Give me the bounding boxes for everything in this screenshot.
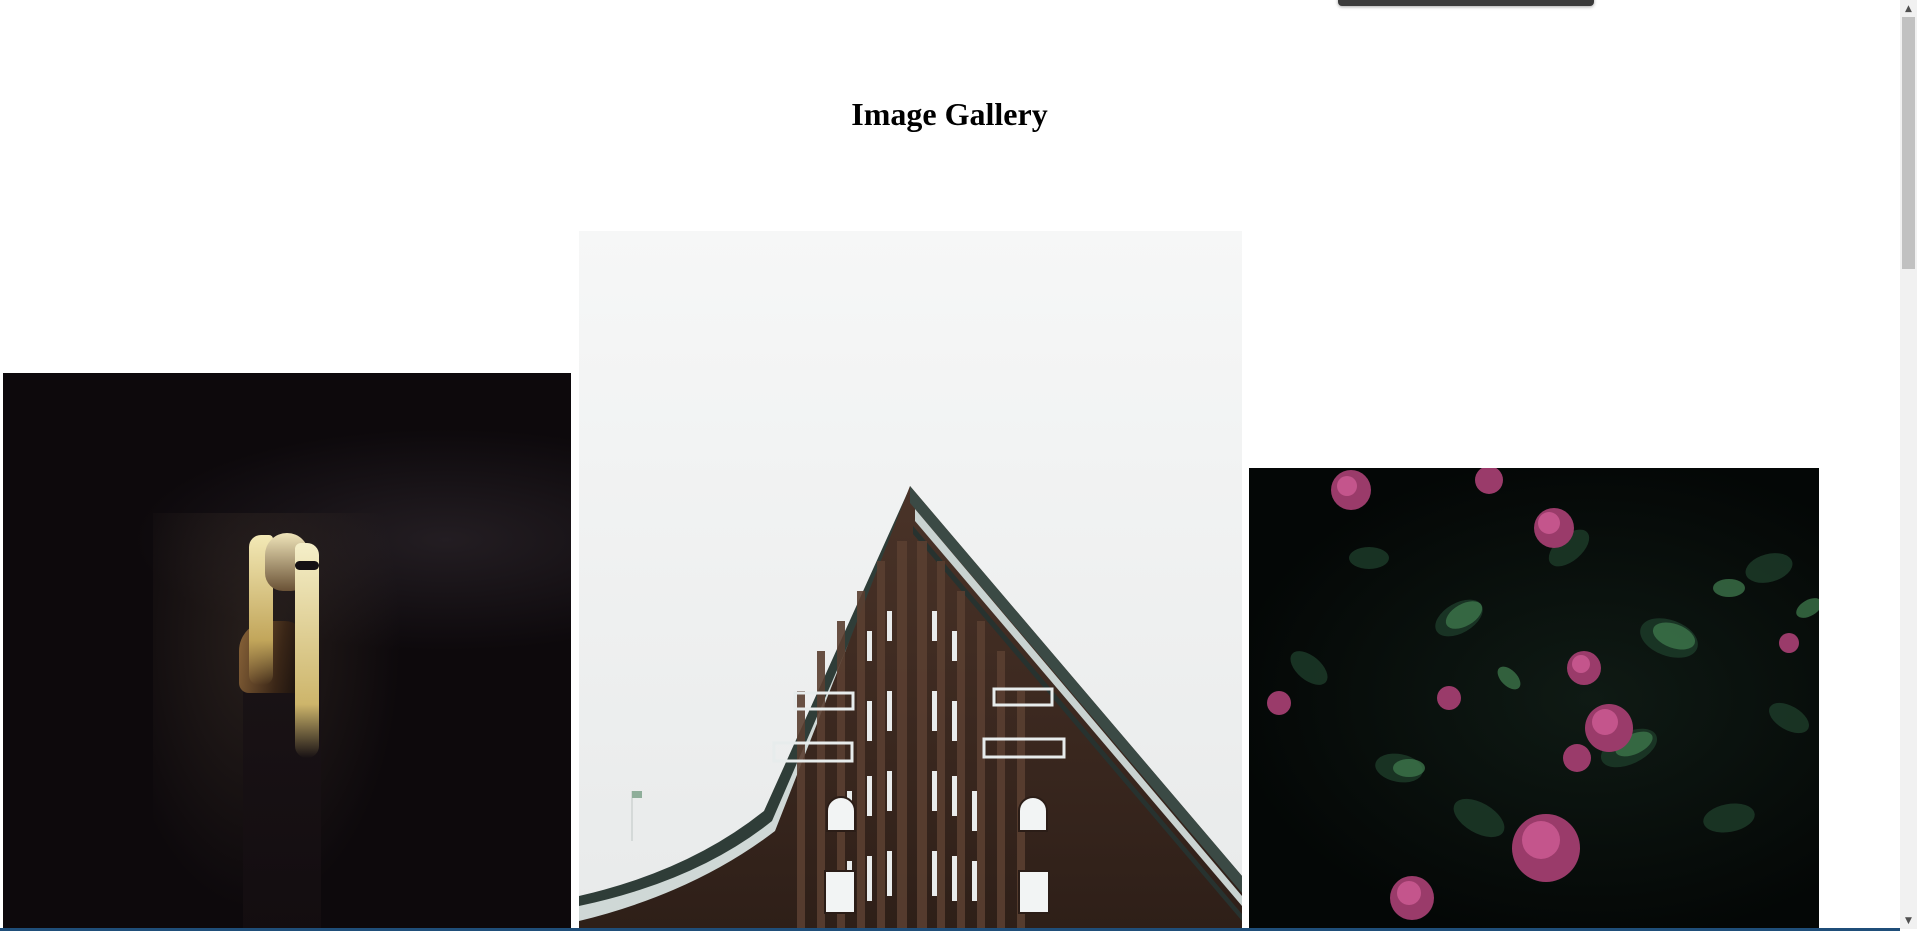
top-popup-edge (1338, 0, 1594, 6)
scroll-down-icon[interactable]: ▼ (1900, 912, 1917, 929)
building-illustration (579, 486, 1242, 929)
scroll-up-icon[interactable]: ▲ (1900, 0, 1917, 17)
gallery-image-roses[interactable] (1249, 468, 1819, 929)
page-title: Image Gallery (851, 96, 1048, 132)
gallery-image-portrait[interactable] (3, 373, 571, 929)
roses-illustration (1267, 468, 1819, 920)
gallery-image-building[interactable] (579, 231, 1242, 929)
vertical-scrollbar[interactable]: ▲ ▼ (1900, 0, 1917, 929)
scrollbar-thumb[interactable] (1902, 17, 1915, 269)
